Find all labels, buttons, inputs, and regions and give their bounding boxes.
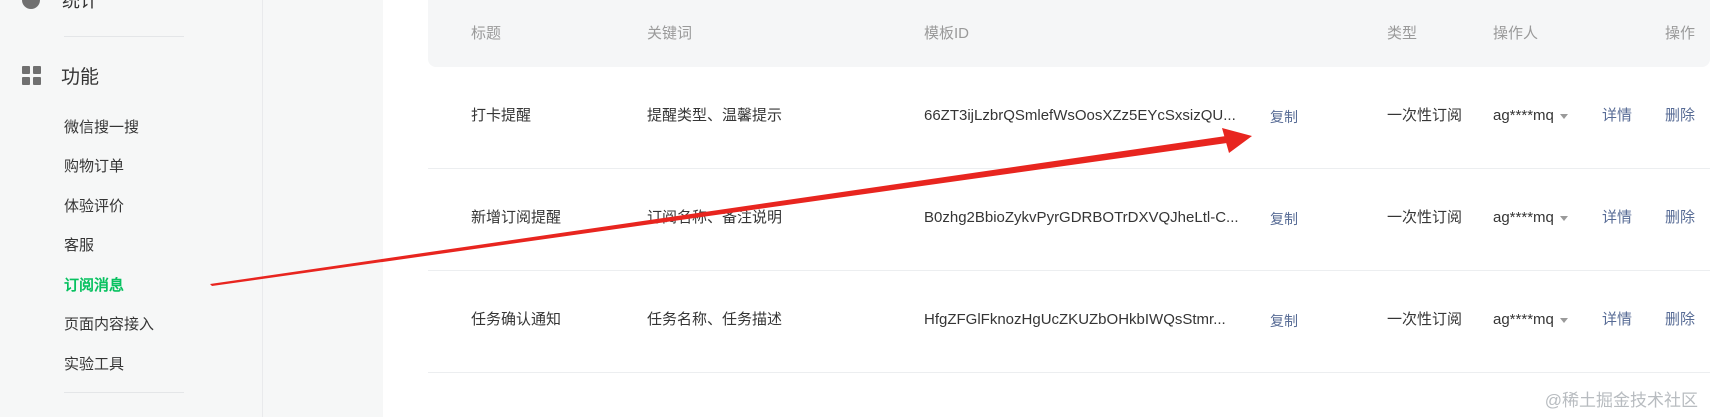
delete-link[interactable]: 删除 xyxy=(1665,106,1695,126)
row-title: 新增订阅提醒 xyxy=(471,209,562,226)
row-title: 打卡提醒 xyxy=(471,107,532,124)
table-row: 打卡提醒 提醒类型、温馨提示 66ZT3ijLzbrQSmlefWsOosXZz… xyxy=(428,66,1710,169)
row-keywords: 任务名称、任务描述 xyxy=(647,311,783,328)
main-content: 标题 关键词 模板ID 类型 操作人 操作 打卡提醒 提醒类型、温馨提示 66Z… xyxy=(383,0,1710,417)
column-header-template-id: 模板ID xyxy=(924,25,970,42)
delete-link[interactable]: 删除 xyxy=(1665,208,1695,228)
sidebar-section-feature: 功能 xyxy=(22,62,99,88)
delete-link[interactable]: 删除 xyxy=(1665,310,1695,330)
copy-button[interactable]: 复制 xyxy=(1270,311,1298,331)
operator-select[interactable]: ag****mq xyxy=(1493,208,1568,228)
detail-link[interactable]: 详情 xyxy=(1602,106,1632,126)
row-title: 任务确认通知 xyxy=(471,311,562,328)
row-template-id: 66ZT3ijLzbrQSmlefWsOosXZz5EYcSxsizQU... xyxy=(924,107,1236,124)
table-header: 标题 关键词 模板ID 类型 操作人 操作 xyxy=(428,0,1710,67)
column-header-keywords: 关键词 xyxy=(647,25,693,42)
column-header-actions: 操作 xyxy=(1665,25,1696,42)
copy-button[interactable]: 复制 xyxy=(1270,209,1298,229)
row-template-id: HfgZFGlFknozHgUcZKUZbOHkbIWQsStmr... xyxy=(924,311,1226,328)
caret-down-icon xyxy=(1559,215,1568,221)
sidebar-item-page-content[interactable]: 页面内容接入 xyxy=(64,314,154,336)
table-row: 新增订阅提醒 订阅名称、备注说明 B0zhg2BbioZykvPyrGDRBOT… xyxy=(428,168,1710,271)
operator-name: ag****mq xyxy=(1493,107,1554,124)
sidebar-item-orders[interactable]: 购物订单 xyxy=(64,156,124,178)
sidebar-stats-label: 统计 xyxy=(62,0,98,11)
row-keywords: 提醒类型、温馨提示 xyxy=(647,107,783,124)
detail-link[interactable]: 详情 xyxy=(1602,208,1632,228)
row-keywords: 订阅名称、备注说明 xyxy=(647,209,783,226)
sidebar-item-reviews[interactable]: 体验评价 xyxy=(64,196,124,218)
row-template-id: B0zhg2BbioZykvPyrGDRBOTrDXVQJheLtl-C... xyxy=(924,209,1239,226)
caret-down-icon xyxy=(1559,317,1568,323)
copy-button[interactable]: 复制 xyxy=(1270,107,1298,127)
row-type: 一次性订阅 xyxy=(1387,209,1463,226)
operator-select[interactable]: ag****mq xyxy=(1493,310,1568,330)
sidebar-item-customer-service[interactable]: 客服 xyxy=(64,235,94,257)
sidebar-item-subscription-messages[interactable]: 订阅消息 xyxy=(64,275,124,297)
sidebar: 统计 功能 微信搜一搜 购物订单 体验评价 客服 订阅消息 页面内容接入 实验工… xyxy=(0,0,262,417)
sidebar-item-experiment-tools[interactable]: 实验工具 xyxy=(64,354,124,376)
table-row: 任务确认通知 任务名称、任务描述 HfgZFGlFknozHgUcZKUZbOH… xyxy=(428,270,1710,373)
column-header-operator: 操作人 xyxy=(1493,25,1539,42)
secondary-panel xyxy=(262,0,383,417)
operator-name: ag****mq xyxy=(1493,311,1554,328)
watermark: @稀土掘金技术社区 xyxy=(1544,391,1698,410)
sidebar-stats[interactable]: 统计 xyxy=(22,0,98,14)
operator-name: ag****mq xyxy=(1493,209,1554,226)
row-type: 一次性订阅 xyxy=(1387,311,1463,328)
pie-chart-icon xyxy=(22,0,40,9)
column-header-type: 类型 xyxy=(1387,25,1418,42)
operator-select[interactable]: ag****mq xyxy=(1493,106,1568,126)
grid-icon xyxy=(22,65,41,85)
row-type: 一次性订阅 xyxy=(1387,107,1463,124)
sidebar-divider xyxy=(64,36,184,37)
detail-link[interactable]: 详情 xyxy=(1602,310,1632,330)
sidebar-feature-label: 功能 xyxy=(61,66,100,88)
sidebar-divider xyxy=(64,392,184,393)
column-header-title: 标题 xyxy=(471,25,502,42)
caret-down-icon xyxy=(1559,113,1568,119)
sidebar-item-search[interactable]: 微信搜一搜 xyxy=(64,117,139,139)
